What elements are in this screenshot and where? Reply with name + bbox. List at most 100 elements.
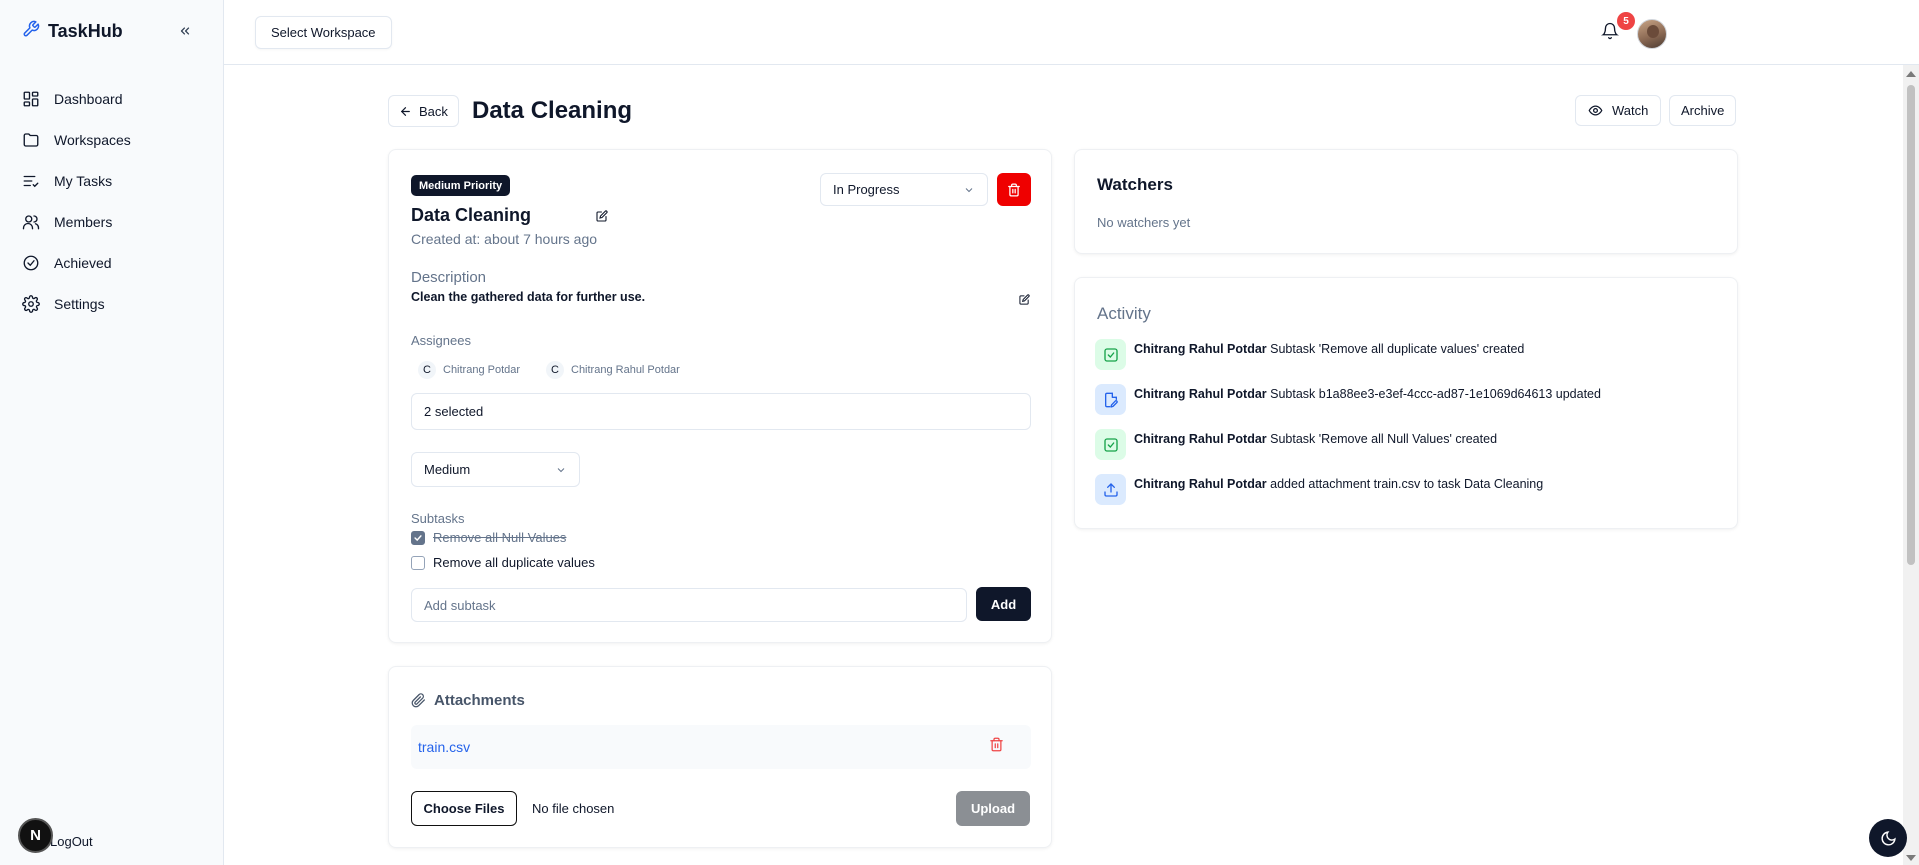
notifications-button[interactable] [1601, 21, 1619, 46]
check-square-icon [1095, 429, 1126, 460]
attachments-card: Attachments train.csv Choose Files No fi… [388, 666, 1052, 848]
upload-button[interactable]: Upload [956, 791, 1030, 826]
arrow-left-icon [401, 106, 410, 116]
activity-user: Chitrang Rahul Potdar [1134, 432, 1267, 446]
watchers-card: Watchers No watchers yet [1074, 149, 1738, 254]
next-dev-badge[interactable]: N [18, 818, 53, 853]
sidebar-item-label: Achieved [54, 254, 112, 271]
no-file-text: No file chosen [532, 801, 615, 816]
add-subtask-input[interactable]: Add subtask [411, 588, 967, 622]
gear-icon [22, 294, 40, 313]
sidebar: TaskHub Dashboard Workspaces My Tasks Me… [0, 0, 224, 865]
paperclip-icon [411, 693, 425, 708]
edit-icon[interactable] [596, 209, 608, 227]
priority-select[interactable]: Medium [411, 452, 580, 487]
priority-value: Medium [424, 462, 471, 477]
activity-item: Chitrang Rahul Potdar Subtask b1a88ee3-e… [1095, 384, 1601, 415]
theme-toggle-button[interactable] [1869, 819, 1907, 857]
sidebar-item-label: Workspaces [54, 131, 131, 148]
attachment-link[interactable]: train.csv [418, 739, 470, 755]
scroll-thumb[interactable] [1907, 85, 1915, 565]
wrench-icon [22, 20, 40, 43]
users-icon [22, 214, 40, 229]
status-value: In Progress [833, 182, 900, 197]
moon-icon [1881, 830, 1896, 845]
assignee-chip: C Chitrang Rahul Potdar [546, 361, 680, 379]
sidebar-item-achieved[interactable]: Achieved [22, 242, 212, 283]
subtasks-label: Subtasks [411, 511, 465, 526]
attachment-row: train.csv [411, 725, 1031, 769]
attachments-title: Attachments [434, 692, 525, 709]
subtask-label: Remove all duplicate values [433, 555, 595, 570]
page-scrollbar[interactable] [1903, 65, 1919, 865]
subtask-label: Remove all Null Values [433, 530, 567, 545]
notification-count-badge: 5 [1617, 12, 1635, 30]
back-button[interactable]: Back [388, 95, 459, 127]
activity-text: Subtask 'Remove all duplicate values' cr… [1270, 342, 1525, 356]
attachments-heading: Attachments [411, 692, 525, 709]
delete-attachment-button[interactable] [989, 737, 1004, 757]
sidebar-item-my-tasks[interactable]: My Tasks [22, 160, 212, 201]
activity-text: added attachment train.csv to task Data … [1270, 477, 1544, 491]
assignee-name: Chitrang Potdar [443, 364, 521, 376]
sidebar-item-workspaces[interactable]: Workspaces [22, 119, 212, 160]
scroll-down-arrow[interactable] [1906, 855, 1916, 861]
assignee-chip: C Chitrang Potdar [418, 361, 520, 379]
scroll-up-arrow[interactable] [1906, 71, 1916, 77]
choose-files-button[interactable]: Choose Files [411, 791, 517, 826]
delete-task-button[interactable] [997, 173, 1031, 206]
watch-button[interactable]: Watch [1575, 95, 1662, 126]
sidebar-item-label: My Tasks [54, 172, 113, 189]
activity-item: Chitrang Rahul Potdar added attachment t… [1095, 474, 1543, 505]
subtask-checkbox[interactable] [411, 555, 425, 570]
description-label: Description [411, 269, 487, 286]
logout-label: LogOut [50, 834, 93, 849]
activity-item: Chitrang Rahul Potdar Subtask 'Remove al… [1095, 339, 1524, 370]
sidebar-item-settings[interactable]: Settings [22, 283, 212, 324]
activity-user: Chitrang Rahul Potdar [1134, 477, 1267, 491]
avatar: C [546, 361, 564, 379]
task-details-card: Medium Priority Data Cleaning Created at… [388, 149, 1052, 643]
add-subtask-button[interactable]: Add [976, 587, 1031, 621]
select-workspace-button[interactable]: Select Workspace [255, 16, 392, 49]
status-select[interactable]: In Progress [820, 173, 988, 206]
activity-item: Chitrang Rahul Potdar Subtask 'Remove al… [1095, 429, 1497, 460]
sidebar-nav: Dashboard Workspaces My Tasks Members Ac… [22, 78, 212, 324]
brand[interactable]: TaskHub [22, 20, 123, 43]
assignee-name: Chitrang Rahul Potdar [571, 364, 680, 376]
assignee-select[interactable]: 2 selected [411, 393, 1031, 430]
sidebar-item-dashboard[interactable]: Dashboard [22, 78, 212, 119]
description-text: Clean the gathered data for further use. [411, 290, 646, 304]
archive-button[interactable]: Archive [1669, 95, 1737, 126]
watchers-title: Watchers [1097, 175, 1173, 194]
subtask-checkbox[interactable] [411, 530, 425, 545]
trash-icon [990, 737, 1003, 752]
avatar[interactable] [1637, 19, 1667, 49]
chevron-down-icon [965, 187, 973, 192]
collapse-sidebar-button[interactable] [176, 22, 194, 40]
trash-icon [1008, 183, 1020, 196]
activity-user: Chitrang Rahul Potdar [1134, 387, 1267, 401]
priority-badge: Medium Priority [411, 175, 511, 196]
edit-description-icon[interactable] [1019, 292, 1030, 310]
activity-text: Subtask b1a88ee3-e3ef-4ccc-ad87-1e1069d6… [1270, 387, 1601, 401]
activity-title: Activity [1097, 304, 1151, 323]
task-name: Data Cleaning [411, 205, 532, 225]
sidebar-item-members[interactable]: Members [22, 201, 212, 242]
subtask-item: Remove all duplicate values [411, 555, 595, 570]
subtask-item: Remove all Null Values [411, 530, 566, 545]
chevrons-left-icon [180, 27, 190, 35]
eye-icon [1588, 105, 1603, 116]
chevron-down-icon [557, 467, 565, 472]
sidebar-item-label: Settings [54, 295, 105, 312]
watch-label: Watch [1612, 103, 1649, 118]
watchers-empty-text: No watchers yet [1097, 215, 1191, 230]
brand-name: TaskHub [48, 21, 123, 41]
created-at-text: Created at: about 7 hours ago [411, 231, 598, 247]
activity-text: Subtask 'Remove all Null Values' created [1270, 432, 1498, 446]
bell-icon [1601, 22, 1619, 40]
dashboard-icon [23, 91, 39, 106]
check-square-icon [1095, 339, 1126, 370]
sidebar-item-label: Dashboard [54, 90, 123, 107]
activity-user: Chitrang Rahul Potdar [1134, 342, 1267, 356]
